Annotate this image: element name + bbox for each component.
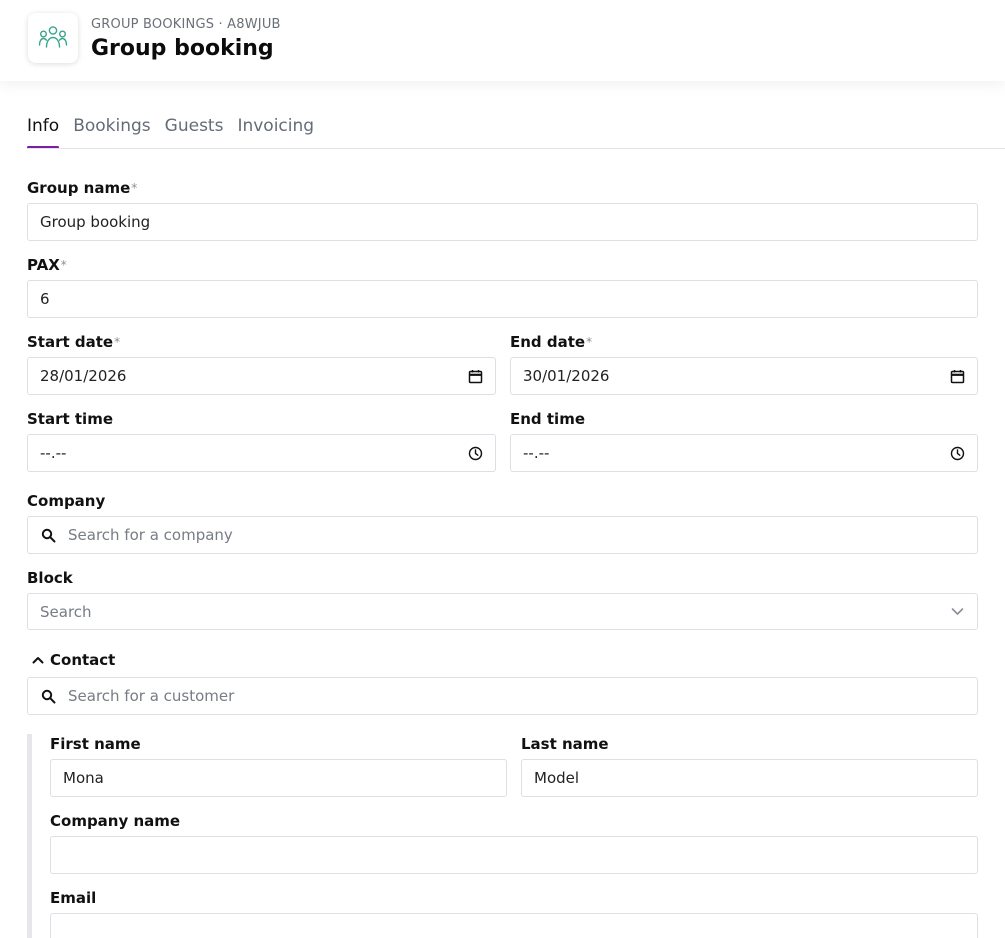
group-name-input[interactable]: Group booking: [27, 203, 978, 241]
start-date-value: 28/01/2026: [40, 367, 127, 385]
end-date-value: 30/01/2026: [523, 367, 610, 385]
required-marker: *: [114, 335, 121, 349]
company-label: Company: [27, 492, 106, 510]
calendar-icon[interactable]: [467, 368, 483, 384]
start-time-label: Start time: [27, 410, 114, 428]
tab-bookings[interactable]: Bookings: [73, 116, 150, 149]
tab-info[interactable]: Info: [27, 116, 60, 149]
required-marker: *: [586, 335, 593, 349]
start-time-value: --.--: [40, 444, 67, 462]
customer-search-input[interactable]: Search for a customer: [27, 677, 978, 715]
block-select[interactable]: Search: [27, 593, 978, 630]
start-date-label: Start date *: [27, 333, 121, 351]
clock-icon[interactable]: [467, 445, 483, 461]
customer-search-placeholder: Search for a customer: [68, 687, 235, 705]
contact-section-toggle[interactable]: Contact: [32, 651, 115, 669]
page-header: GROUP BOOKINGS · A8WJUB Group booking: [0, 0, 1005, 81]
breadcrumb: GROUP BOOKINGS · A8WJUB: [91, 17, 281, 32]
company-name-input[interactable]: [50, 836, 978, 874]
company-search-placeholder: Search for a company: [68, 526, 233, 544]
page-title: Group booking: [91, 36, 274, 61]
end-date-label: End date *: [510, 333, 593, 351]
pax-label: PAX *: [27, 256, 67, 274]
start-date-input[interactable]: 28/01/2026: [27, 357, 496, 395]
pax-input[interactable]: 6: [27, 280, 978, 318]
contact-section-indent-bar: [27, 734, 32, 938]
last-name-value: Model: [534, 769, 580, 787]
required-marker: *: [60, 258, 67, 272]
end-time-value: --.--: [523, 444, 550, 462]
email-input[interactable]: [50, 913, 978, 938]
end-date-input[interactable]: 30/01/2026: [510, 357, 978, 395]
calendar-icon[interactable]: [949, 368, 965, 384]
first-name-value: Mona: [63, 769, 104, 787]
block-search-placeholder: Search: [40, 602, 92, 621]
end-time-label: End time: [510, 410, 585, 428]
group-name-value: Group booking: [40, 213, 151, 231]
tabs-divider: [27, 148, 1005, 149]
last-name-label: Last name: [521, 735, 609, 753]
pax-value: 6: [40, 290, 50, 308]
required-marker: *: [131, 181, 138, 195]
email-label: Email: [50, 889, 97, 907]
first-name-label: First name: [50, 735, 141, 753]
search-icon: [40, 527, 56, 543]
tab-invoicing[interactable]: Invoicing: [237, 116, 314, 149]
company-search-input[interactable]: Search for a company: [27, 516, 978, 554]
chevron-down-icon[interactable]: [949, 604, 965, 620]
search-icon: [40, 688, 56, 704]
last-name-input[interactable]: Model: [521, 759, 978, 797]
tab-bar: Info Bookings Guests Invoicing: [27, 116, 328, 149]
block-label: Block: [27, 569, 73, 587]
group-people-icon: [28, 13, 78, 63]
end-time-input[interactable]: --.--: [510, 434, 978, 472]
company-name-label: Company name: [50, 812, 181, 830]
contact-section-label: Contact: [50, 651, 116, 669]
start-time-input[interactable]: --.--: [27, 434, 496, 472]
clock-icon[interactable]: [949, 445, 965, 461]
group-name-label: Group name *: [27, 179, 138, 197]
chevron-up-icon: [32, 656, 44, 664]
tab-guests[interactable]: Guests: [165, 116, 224, 149]
first-name-input[interactable]: Mona: [50, 759, 507, 797]
